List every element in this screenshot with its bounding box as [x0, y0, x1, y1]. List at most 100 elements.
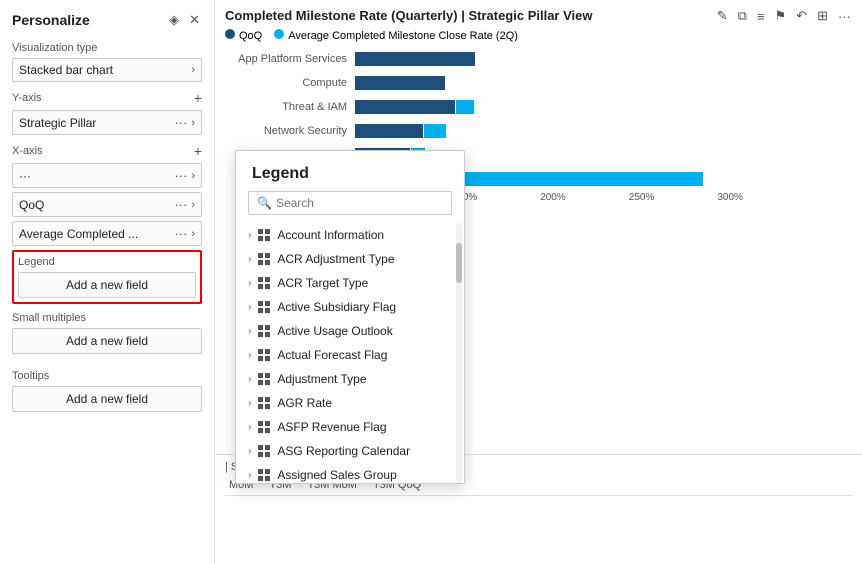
xaxis-row3-text: Average Completed ...	[19, 227, 174, 241]
undo-icon[interactable]: ↶	[793, 6, 810, 26]
search-icon: 🔍	[257, 196, 272, 210]
bar-label-4: Network Security	[225, 125, 355, 137]
legend-label: Legend	[18, 256, 196, 268]
arrow-account-info: ›	[248, 230, 251, 241]
grid-icon-account-info	[257, 228, 271, 242]
list-item-active-usage[interactable]: › Active Usage Outlook	[236, 319, 464, 343]
bar-label-2: Compute	[225, 77, 355, 89]
bar-label-1: App Platform Services	[225, 53, 355, 65]
small-multiples-label: Small multiples	[12, 312, 202, 324]
list-item-adjustment-type[interactable]: › Adjustment Type	[236, 367, 464, 391]
panel-header: Personalize ◈ ✕	[12, 10, 202, 30]
tooltips-label: Tooltips	[12, 370, 202, 382]
x-label-300: 300%	[717, 192, 743, 203]
bar-track-2	[355, 76, 852, 90]
list-item-agr-rate[interactable]: › AGR Rate	[236, 391, 464, 415]
bar-dark-3	[355, 100, 455, 114]
yaxis-add-icon[interactable]: +	[194, 90, 202, 106]
panel-title: Personalize	[12, 12, 90, 28]
yaxis-dots: ···	[174, 115, 187, 130]
list-item-account-info[interactable]: › Account Information	[236, 223, 464, 247]
xaxis-row-2[interactable]: QoQ ··· ›	[12, 192, 202, 217]
align-icon[interactable]: ≡	[754, 7, 768, 26]
left-panel: Personalize ◈ ✕ Visualization type Stack…	[0, 0, 215, 564]
grid-icon-assigned-sales	[257, 468, 271, 482]
flag-icon[interactable]: ⚑	[772, 6, 790, 26]
grid-icon[interactable]: ⊞	[814, 6, 831, 26]
yaxis-label: Y-axis	[12, 92, 42, 104]
legend-search-input[interactable]	[276, 196, 443, 210]
list-item-asfp[interactable]: › ASFP Revenue Flag	[236, 415, 464, 439]
xaxis-row-1[interactable]: ··· ··· ›	[12, 163, 202, 188]
customize-icon[interactable]: ◈	[167, 10, 181, 30]
xaxis-add-icon[interactable]: +	[194, 143, 202, 159]
grid-icon-asg-reporting	[257, 444, 271, 458]
arrow-agr-rate: ›	[248, 398, 251, 409]
list-item-assigned-sales[interactable]: › Assigned Sales Group	[236, 463, 464, 483]
viz-type-value: Stacked bar chart	[19, 63, 191, 77]
legend-list: › Account Information › ACR Adjustment T…	[236, 223, 464, 483]
arrow-adjustment-type: ›	[248, 374, 251, 385]
legend-dot-avg	[274, 29, 284, 39]
list-label-asfp: ASFP Revenue Flag	[277, 420, 386, 434]
grid-icon-agr-rate	[257, 396, 271, 410]
grid-icon-asfp	[257, 420, 271, 434]
main-area: Completed Milestone Rate (Quarterly) | S…	[215, 0, 862, 564]
list-item-actual-forecast[interactable]: › Actual Forecast Flag	[236, 343, 464, 367]
list-item-active-sub[interactable]: › Active Subsidiary Flag	[236, 295, 464, 319]
chart-toolbar: ✎ ⧉ ≡ ⚑ ↶ ⊞ ···	[714, 6, 854, 26]
yaxis-dropdown[interactable]: Strategic Pillar ··· ›	[12, 110, 202, 135]
legend-search: 🔍	[248, 191, 452, 215]
bar-blue-4	[424, 124, 446, 138]
xaxis-row1-arrow: ›	[191, 170, 195, 182]
x-label-250: 250%	[629, 192, 655, 203]
grid-icon-acr-adj	[257, 252, 271, 266]
list-item-asg-reporting[interactable]: › ASG Reporting Calendar	[236, 439, 464, 463]
xaxis-row3-arrow: ›	[191, 228, 195, 240]
xaxis-row1-text: ···	[19, 169, 174, 183]
list-label-account-info: Account Information	[277, 228, 384, 242]
list-item-acr-adj[interactable]: › ACR Adjustment Type	[236, 247, 464, 271]
pencil-icon[interactable]: ✎	[714, 6, 731, 26]
legend-section: Legend Add a new field	[12, 250, 202, 304]
bar-track-1	[355, 52, 852, 66]
grid-icon-active-sub	[257, 300, 271, 314]
xaxis-row-3[interactable]: Average Completed ... ··· ›	[12, 221, 202, 246]
arrow-acr-adj: ›	[248, 254, 251, 265]
arrow-assigned-sales: ›	[248, 470, 251, 481]
viz-type-dropdown[interactable]: Stacked bar chart ›	[12, 58, 202, 82]
x-label-200: 200%	[540, 192, 566, 203]
bar-row-2: Compute	[225, 74, 852, 92]
small-multiples-add-button[interactable]: Add a new field	[12, 328, 202, 354]
legend-dropdown-title: Legend	[236, 151, 464, 191]
chart-legend-row: QoQ Average Completed Milestone Close Ra…	[225, 29, 852, 42]
xaxis-row1-dots: ···	[174, 168, 187, 183]
list-label-active-sub: Active Subsidiary Flag	[277, 300, 396, 314]
chart-title: Completed Milestone Rate (Quarterly) | S…	[225, 8, 593, 23]
grid-icon-acr-target	[257, 276, 271, 290]
tooltips-add-button[interactable]: Add a new field	[12, 386, 202, 412]
legend-add-field-button[interactable]: Add a new field	[18, 272, 196, 298]
viz-type-label: Visualization type	[12, 42, 202, 54]
list-label-acr-target: ACR Target Type	[277, 276, 368, 290]
bar-dark-1	[355, 52, 475, 66]
bar-track-4	[355, 124, 852, 138]
legend-label-qoq: QoQ	[239, 30, 262, 42]
list-item-acr-target[interactable]: › ACR Target Type	[236, 271, 464, 295]
arrow-asfp: ›	[248, 422, 251, 433]
yaxis-arrow: ›	[191, 117, 195, 129]
legend-dropdown: Legend 🔍 › Account Information › ACR Adj…	[235, 150, 465, 484]
legend-scrollbar-thumb	[456, 243, 462, 283]
copy-icon[interactable]: ⧉	[735, 6, 750, 26]
xaxis-row2-dots: ···	[174, 197, 187, 212]
close-icon[interactable]: ✕	[187, 10, 202, 30]
xaxis-header: X-axis +	[12, 143, 202, 159]
arrow-active-usage: ›	[248, 326, 251, 337]
legend-scrollbar[interactable]	[456, 223, 462, 483]
xaxis-row2-arrow: ›	[191, 199, 195, 211]
xaxis-label: X-axis	[12, 145, 43, 157]
panel-header-icons: ◈ ✕	[167, 10, 202, 30]
arrow-acr-target: ›	[248, 278, 251, 289]
more-icon[interactable]: ···	[835, 7, 854, 26]
list-label-acr-adj: ACR Adjustment Type	[277, 252, 394, 266]
